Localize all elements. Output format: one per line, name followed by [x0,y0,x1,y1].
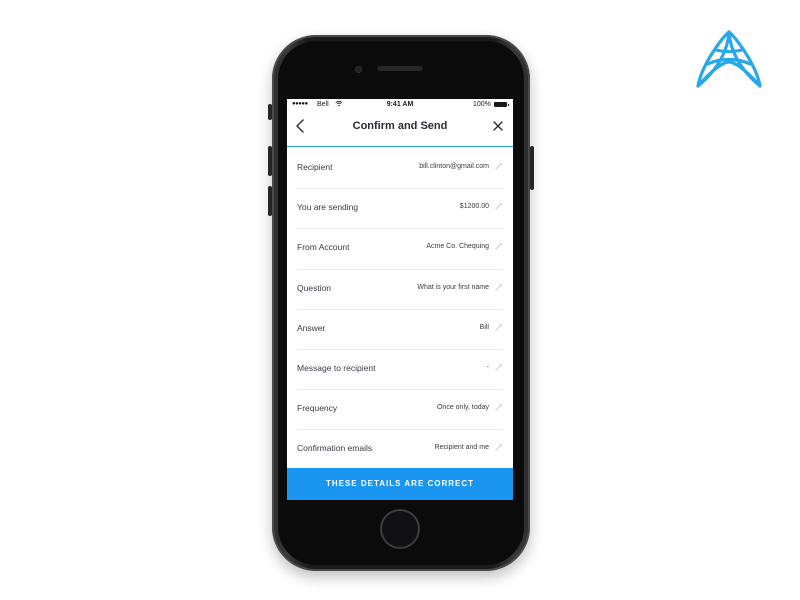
row-value: Bill [479,323,489,331]
battery-icon [494,102,509,107]
pencil-icon[interactable] [494,443,503,452]
earpiece-speaker [377,66,423,71]
detail-row-frequency[interactable]: Frequency Once only, today [297,390,503,431]
pencil-icon[interactable] [494,283,503,292]
pencil-icon[interactable] [494,363,503,372]
status-bar: ●●●●● Bell 9:41 AM 100% [287,99,513,111]
battery-percentage: 100% [473,101,491,108]
page-title: Confirm and Send [352,120,448,132]
row-value: - [486,363,489,371]
row-value: Recipient and me [434,444,489,452]
home-button[interactable] [380,509,420,549]
row-label: Question [297,282,332,293]
detail-row-message[interactable]: Message to recipient - [297,350,503,391]
detail-row-question[interactable]: Question What is your first name [297,270,503,310]
confirm-details-button[interactable]: THESE DETAILS ARE CORRECT [287,468,513,500]
row-value: $1200.00 [459,203,489,211]
detail-row-from-account[interactable]: From Account Acme Co. Chequing [297,229,503,270]
detail-row-recipient[interactable]: Recipient bill.clinton@gmail.com [297,149,503,190]
pencil-icon[interactable] [494,242,503,251]
power-button [530,146,534,190]
brand-logo-icon [696,30,762,88]
detail-row-amount[interactable]: You are sending $1200.00 [297,189,503,230]
pencil-icon[interactable] [494,403,503,412]
row-label: From Account [297,242,350,253]
row-value: What is your first name [417,283,489,291]
row-label: Confirmation emails [297,443,373,454]
detail-row-confirmation-emails[interactable]: Confirmation emails Recipient and me [297,430,503,470]
phone-screen: ●●●●● Bell 9:41 AM 100% Confirm and Send… [287,99,513,500]
row-label: Frequency [297,403,338,414]
row-label: Message to recipient [297,362,376,373]
pencil-icon[interactable] [494,323,503,332]
row-label: You are sending [297,202,359,213]
close-icon[interactable] [491,119,505,133]
front-camera [355,66,362,73]
pencil-icon[interactable] [494,162,503,171]
row-value: Once only, today [436,404,489,412]
row-label: Answer [297,322,326,333]
details-list: Recipient bill.clinton@gmail.com You are… [287,149,513,471]
row-label: Recipient [297,162,333,172]
row-value: Acme Co. Chequing [426,243,489,251]
nav-bar: Confirm and Send [287,111,513,147]
pencil-icon[interactable] [494,202,503,211]
detail-row-answer[interactable]: Answer Bill [297,310,503,350]
row-value: bill.clinton@gmail.com [419,163,489,170]
